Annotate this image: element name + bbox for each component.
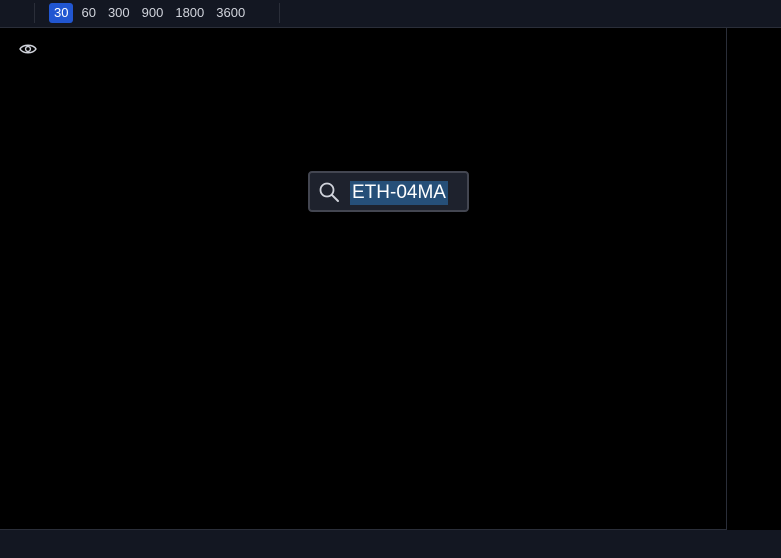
interval-300[interactable]: 300 [104,3,134,23]
interval-1800[interactable]: 1800 [171,3,208,23]
toolbar-divider [34,3,35,23]
symbol-search-dialog: ETH-04MA [308,171,469,212]
search-icon [318,181,340,203]
time-scale[interactable] [0,530,781,558]
toolbar-divider [279,3,280,23]
top-toolbar: 30 60 300 900 1800 3600 [0,0,781,28]
interval-3600[interactable]: 3600 [212,3,249,23]
eye-icon[interactable] [18,41,38,57]
interval-selector: 30 60 300 900 1800 3600 [49,3,253,23]
interval-900[interactable]: 900 [138,3,168,23]
interval-60[interactable]: 60 [77,3,99,23]
chart-pane[interactable] [0,28,727,530]
price-scale[interactable] [727,28,781,530]
interval-30[interactable]: 30 [49,3,74,23]
symbol-search-input[interactable]: ETH-04MA [350,181,448,205]
